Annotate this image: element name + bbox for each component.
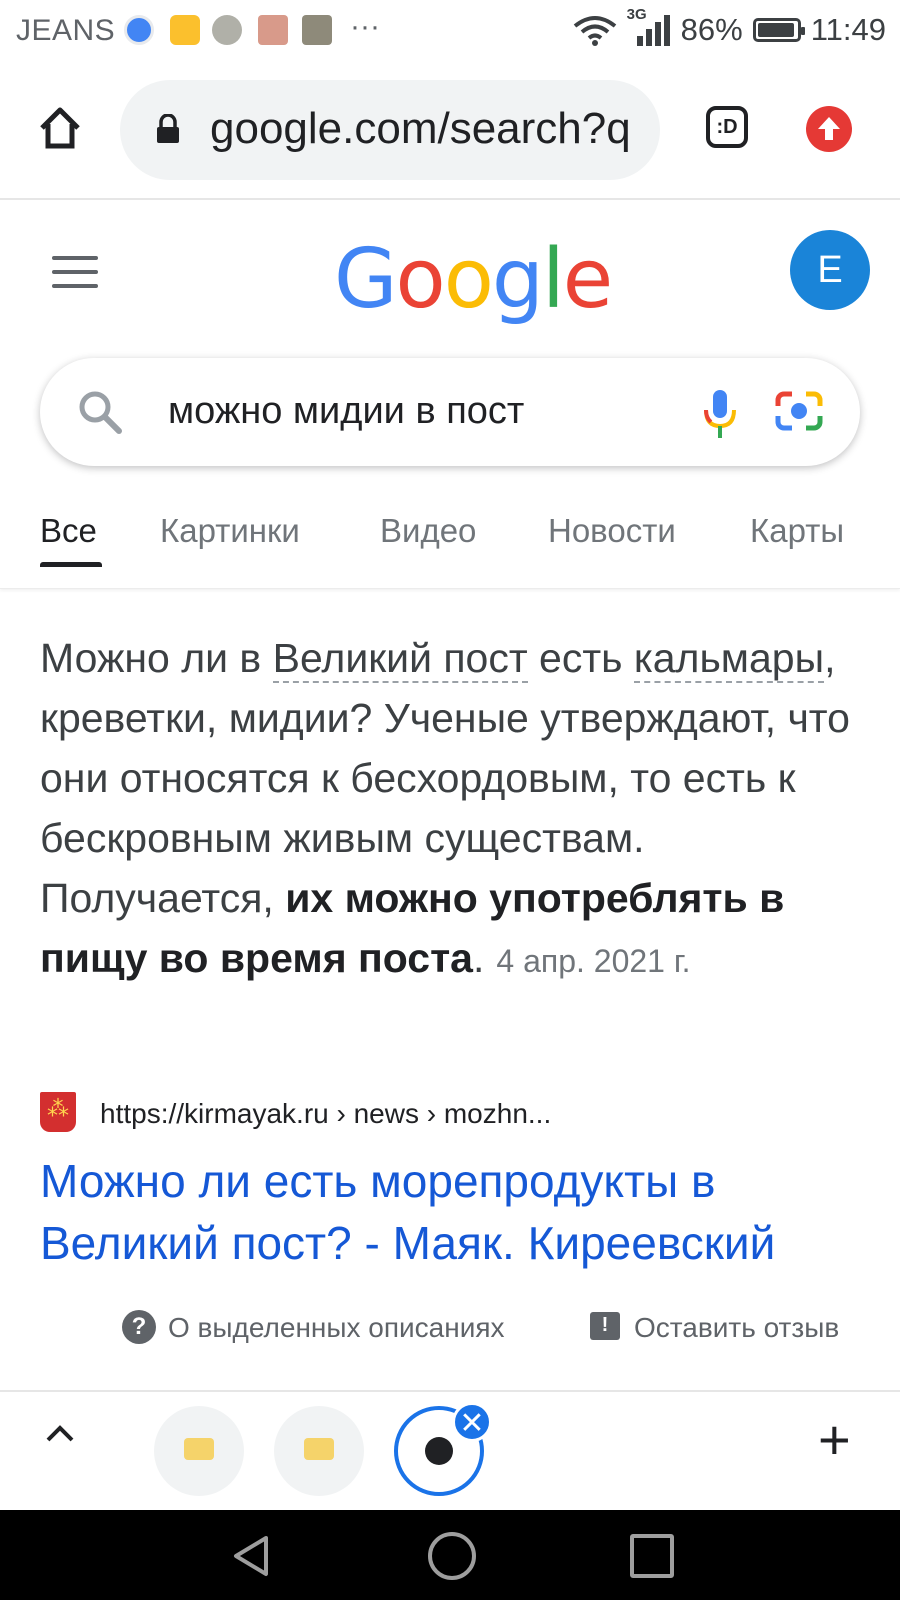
tab-videos[interactable]: Видео: [380, 512, 476, 550]
microphone-icon[interactable]: [702, 388, 738, 440]
result-url[interactable]: https://kirmayak.ru › news › mozhn...: [100, 1098, 551, 1130]
app-notification-icon: [170, 15, 200, 45]
site-favicon-icon: [40, 1092, 76, 1132]
snippet-link-squid[interactable]: кальмары: [633, 635, 825, 683]
logo-letter-e: e: [562, 232, 613, 327]
google-logo[interactable]: Google: [334, 232, 613, 327]
battery-icon: [752, 18, 805, 42]
tab-news[interactable]: Новости: [548, 512, 676, 550]
active-tab-indicator: [40, 562, 102, 567]
status-bar: JEANS ··· 3G 86% 11:49: [0, 0, 900, 62]
network-type: 3G: [626, 6, 647, 23]
featured-snippet: Можно ли в Великий пост есть кальмары, к…: [40, 628, 870, 991]
result-title-link[interactable]: Можно ли есть морепродукты в Великий пос…: [40, 1150, 890, 1274]
recent-apps-icon[interactable]: [630, 1534, 674, 1578]
status-right: 3G 86% 11:49: [573, 6, 886, 48]
tab-thumbnail-1[interactable]: [154, 1406, 244, 1496]
battery-percent: 86%: [680, 12, 743, 47]
about-snippets-link[interactable]: О выделенных описаниях: [168, 1312, 505, 1344]
verified-icon: [124, 15, 154, 45]
signal-icon: 3G: [627, 6, 671, 48]
snippet-text-2: есть: [527, 635, 634, 681]
tab-thumbnail-2[interactable]: [274, 1406, 364, 1496]
search-icon[interactable]: [76, 388, 124, 436]
logo-letter-g: g: [491, 232, 544, 327]
more-notifications-icon: ···: [350, 10, 380, 43]
chevron-up-icon[interactable]: [44, 1418, 76, 1450]
image-notification-icon: [302, 15, 332, 45]
clock: 11:49: [810, 12, 886, 47]
tab-images[interactable]: Картинки: [160, 512, 300, 550]
home-icon[interactable]: [36, 104, 84, 152]
tab-favicon-icon: [184, 1438, 214, 1460]
browser-toolbar: google.com/search?q :D: [0, 62, 900, 200]
snippet-footer: ? О выделенных описаниях ! Оставить отзы…: [0, 1306, 900, 1366]
tab-favicon-icon: [304, 1438, 334, 1460]
menu-icon[interactable]: [52, 256, 98, 290]
logo-letter-G: G: [334, 232, 398, 327]
contact-avatar-icon: [212, 15, 242, 45]
snippet-text-1: Можно ли в: [40, 635, 273, 681]
globe-icon: [425, 1437, 453, 1465]
search-input[interactable]: можно мидии в пост: [168, 390, 524, 433]
home-nav-icon[interactable]: [428, 1532, 476, 1580]
back-icon[interactable]: [228, 1532, 276, 1580]
new-tab-button[interactable]: +: [818, 1412, 851, 1468]
update-icon[interactable]: [806, 106, 852, 152]
account-avatar[interactable]: E: [790, 230, 870, 310]
logo-letter-o2: o: [443, 232, 494, 327]
snippet-period: .: [472, 935, 485, 981]
tab-switcher-button[interactable]: :D: [706, 106, 748, 148]
tab-maps[interactable]: Карты: [750, 512, 844, 550]
tab-strip: ✕ +: [0, 1390, 900, 1510]
search-box[interactable]: можно мидии в пост: [40, 358, 860, 466]
search-tabs: Все Картинки Видео Новости Карты: [0, 500, 900, 589]
result-source[interactable]: https://kirmayak.ru › news › mozhn...: [40, 1092, 880, 1136]
carrier-label: JEANS: [16, 14, 116, 47]
tab-all[interactable]: Все: [40, 512, 97, 550]
close-tab-icon[interactable]: ✕: [452, 1402, 492, 1442]
logo-letter-o1: o: [395, 232, 446, 327]
lock-icon: [157, 114, 179, 143]
snippet-link-great-lent[interactable]: Великий пост: [272, 635, 528, 683]
logo-letter-l: l: [541, 232, 565, 327]
feedback-icon[interactable]: !: [590, 1312, 620, 1340]
wifi-icon: [573, 16, 616, 46]
google-lens-icon[interactable]: [774, 388, 824, 434]
photo-notification-icon: [258, 15, 288, 45]
url-bar[interactable]: google.com/search?q: [120, 80, 660, 180]
snippet-date: 4 апр. 2021 г.: [496, 943, 691, 979]
url-text[interactable]: google.com/search?q: [210, 104, 640, 154]
system-navigation-bar: [0, 1510, 900, 1600]
feedback-link[interactable]: Оставить отзыв: [634, 1312, 839, 1344]
help-icon[interactable]: ?: [122, 1310, 156, 1344]
